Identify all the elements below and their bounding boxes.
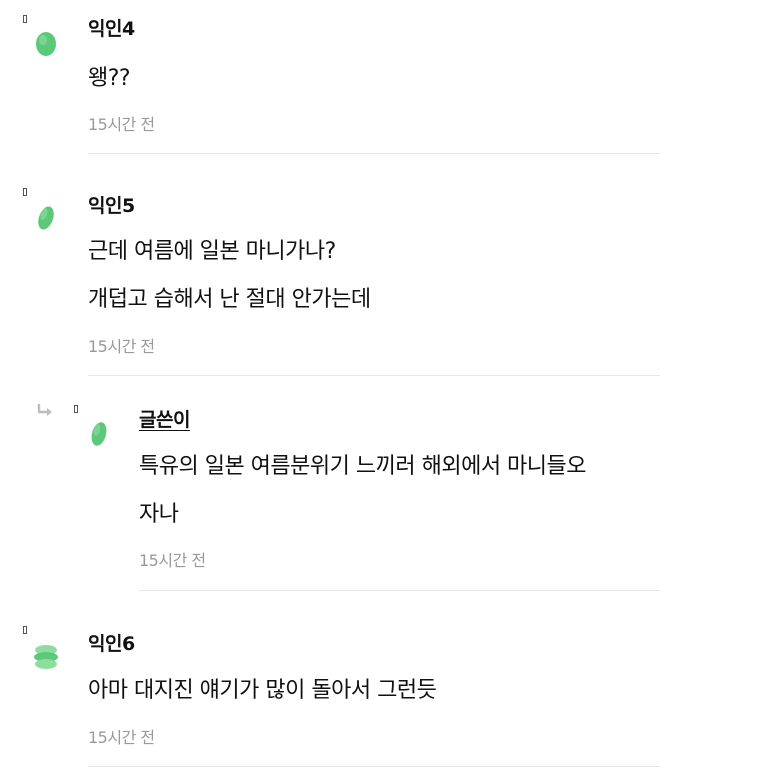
comment-text-line: 특유의 일본 여름분위기 느끼러 해외에서 마니들오 [139,454,587,479]
marker-icon [23,626,27,634]
divider [88,375,660,376]
comment-time: 15시간 전 [88,115,155,134]
comment-text-line: 근데 여름에 일본 마니가나? [88,239,336,264]
avatar-icon[interactable] [32,640,58,672]
marker-icon [23,15,27,23]
author-nickname[interactable]: 글쓴이 [139,405,190,432]
divider [88,153,660,154]
comment-nickname[interactable]: 익인4 [88,14,135,41]
avatar-icon[interactable] [33,28,59,60]
avatar-icon[interactable] [86,418,112,450]
comment-nickname[interactable]: 익인6 [88,629,135,656]
divider [139,590,660,591]
comment-text-line: 아마 대지진 얘기가 많이 돌아서 그런듯 [88,678,437,703]
divider [88,766,660,767]
avatar-icon[interactable] [33,202,59,234]
marker-icon [23,188,27,196]
comment-text-line: 자나 [139,502,179,527]
comment-text-line: 개덥고 습해서 난 절대 안가는데 [88,287,371,312]
marker-icon [74,405,78,413]
comment-time: 15시간 전 [88,728,155,747]
comment-text-line: 왱?? [88,66,131,91]
reply-arrow-icon [36,402,56,420]
comment-time: 15시간 전 [88,337,155,356]
comment-time: 15시간 전 [139,551,206,570]
comment-nickname[interactable]: 익인5 [88,191,135,218]
